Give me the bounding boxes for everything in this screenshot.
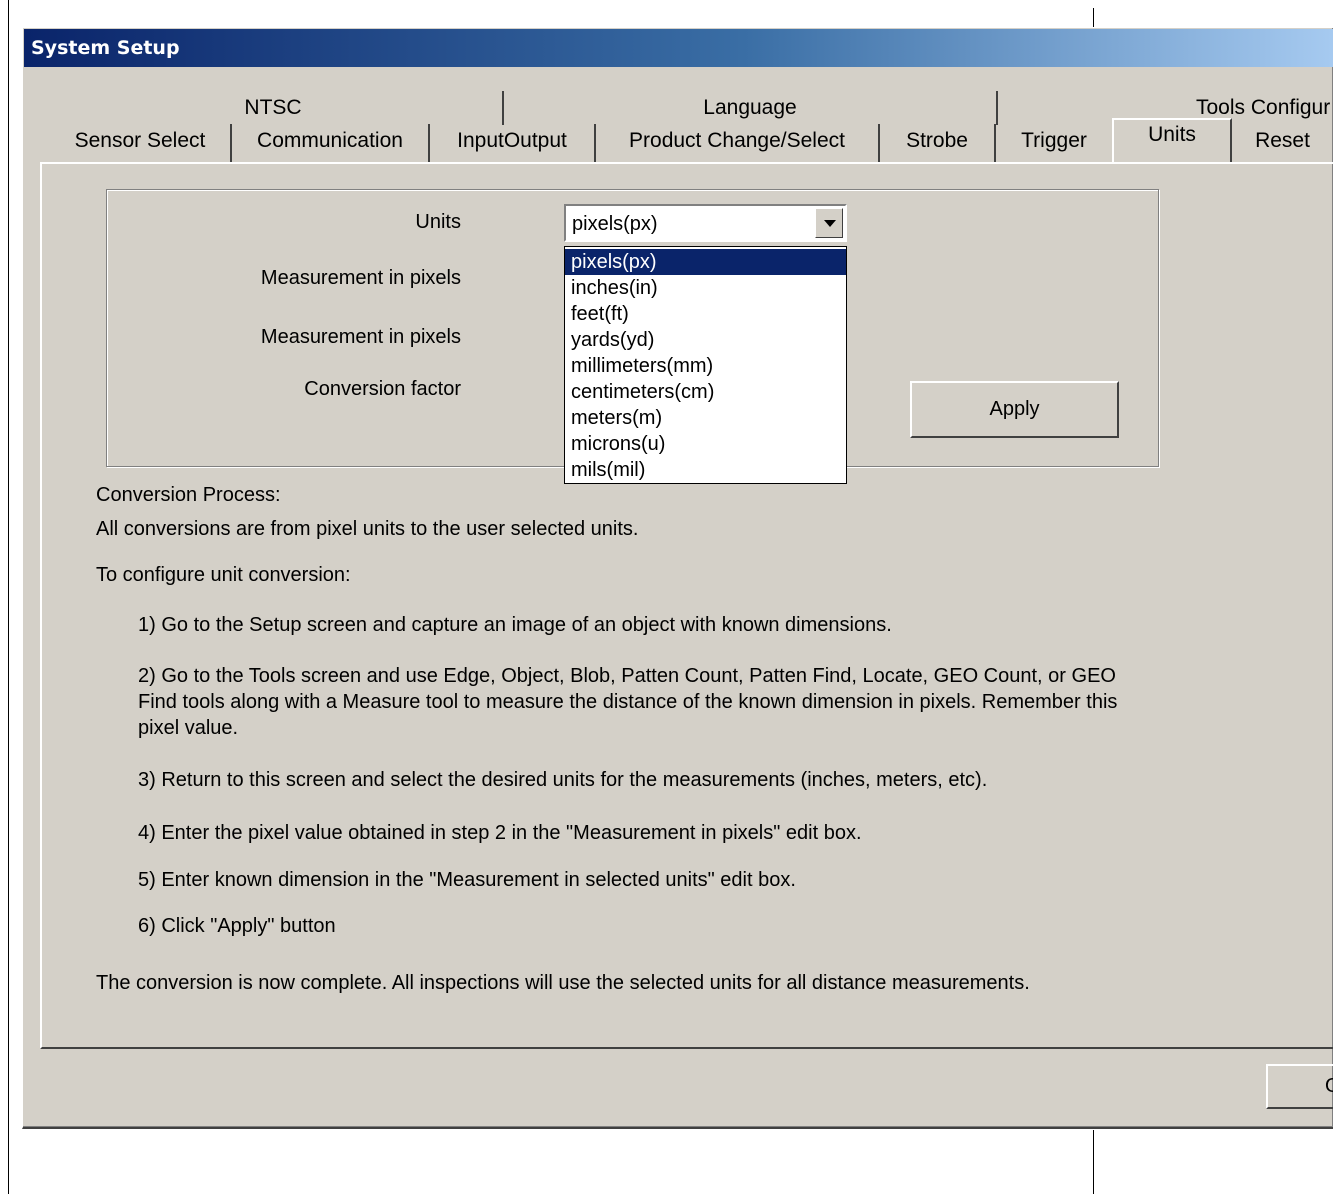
tab-label: NTSC xyxy=(244,96,302,119)
tab-ntsc[interactable]: NTSC xyxy=(44,91,504,125)
chevron-down-icon[interactable] xyxy=(815,208,843,238)
tab-language[interactable]: Language xyxy=(504,91,998,125)
units-option-yards[interactable]: yards(yd) xyxy=(565,327,846,353)
guide-line-left xyxy=(8,0,9,1194)
step-6: 6) Click "Apply" button xyxy=(138,915,336,937)
units-option-millimeters[interactable]: millimeters(mm) xyxy=(565,353,846,379)
tab-reset[interactable]: Reset xyxy=(1232,124,1333,162)
tab-trigger[interactable]: Trigger xyxy=(996,124,1112,162)
tab-inputoutput[interactable]: InputOutput xyxy=(430,124,596,162)
tab-label: InputOutput xyxy=(457,129,567,152)
units-dropdown-list: pixels(px) inches(in) feet(ft) yards(yd)… xyxy=(564,246,847,484)
tab-sensor-select[interactable]: Sensor Select xyxy=(50,124,232,162)
units-label: Units xyxy=(415,211,461,233)
tab-label: Units xyxy=(1148,123,1196,146)
tab-label: Product Change/Select xyxy=(629,129,845,152)
tab-label: Tools Configur xyxy=(1196,96,1331,119)
units-option-inches[interactable]: inches(in) xyxy=(565,275,846,301)
step-1: 1) Go to the Setup screen and capture an… xyxy=(138,614,892,636)
conversion-process-heading: Conversion Process: xyxy=(96,484,281,506)
units-option-meters[interactable]: meters(m) xyxy=(565,405,846,431)
ok-button[interactable]: O xyxy=(1266,1064,1333,1109)
step-2: 2) Go to the Tools screen and use Edge, … xyxy=(138,665,1118,739)
apply-button[interactable]: Apply xyxy=(910,381,1119,438)
units-option-microns[interactable]: microns(u) xyxy=(565,431,846,457)
measurement-pixels-label: Measurement in pixels xyxy=(260,267,461,289)
instruction-line-1: All conversions are from pixel units to … xyxy=(96,518,639,540)
tab-product-change-select[interactable]: Product Change/Select xyxy=(596,124,880,162)
units-option-mils[interactable]: mils(mil) xyxy=(565,457,846,483)
tab-communication[interactable]: Communication xyxy=(232,124,430,162)
conversion-complete-text: The conversion is now complete. All insp… xyxy=(96,972,1030,994)
units-select-value: pixels(px) xyxy=(572,213,658,235)
tab-label: Sensor Select xyxy=(74,129,206,152)
tab-units[interactable]: Units xyxy=(1112,118,1232,164)
tab-strobe[interactable]: Strobe xyxy=(880,124,996,162)
tab-label: Strobe xyxy=(906,129,968,152)
units-option-centimeters[interactable]: centimeters(cm) xyxy=(565,379,846,405)
window-title: System Setup xyxy=(24,29,1333,67)
instruction-line-2: To configure unit conversion: xyxy=(96,564,351,586)
guide-line-right-top xyxy=(1093,8,1094,28)
tab-label: Language xyxy=(703,96,797,119)
tab-label: Trigger xyxy=(1021,129,1087,152)
conversion-factor-label: Conversion factor xyxy=(304,378,461,400)
units-select[interactable]: pixels(px) xyxy=(564,204,847,242)
units-option-pixels[interactable]: pixels(px) xyxy=(565,249,846,275)
measurement-pixels-label-2: Measurement in pixels xyxy=(260,326,461,348)
tab-label: Communication xyxy=(257,129,403,152)
units-option-feet[interactable]: feet(ft) xyxy=(565,301,846,327)
step-5: 5) Enter known dimension in the "Measure… xyxy=(138,869,796,891)
guide-line-right-bottom xyxy=(1093,1130,1094,1194)
step-3: 3) Return to this screen and select the … xyxy=(138,769,988,791)
tab-label: Reset xyxy=(1255,129,1310,152)
step-4: 4) Enter the pixel value obtained in ste… xyxy=(138,822,862,844)
